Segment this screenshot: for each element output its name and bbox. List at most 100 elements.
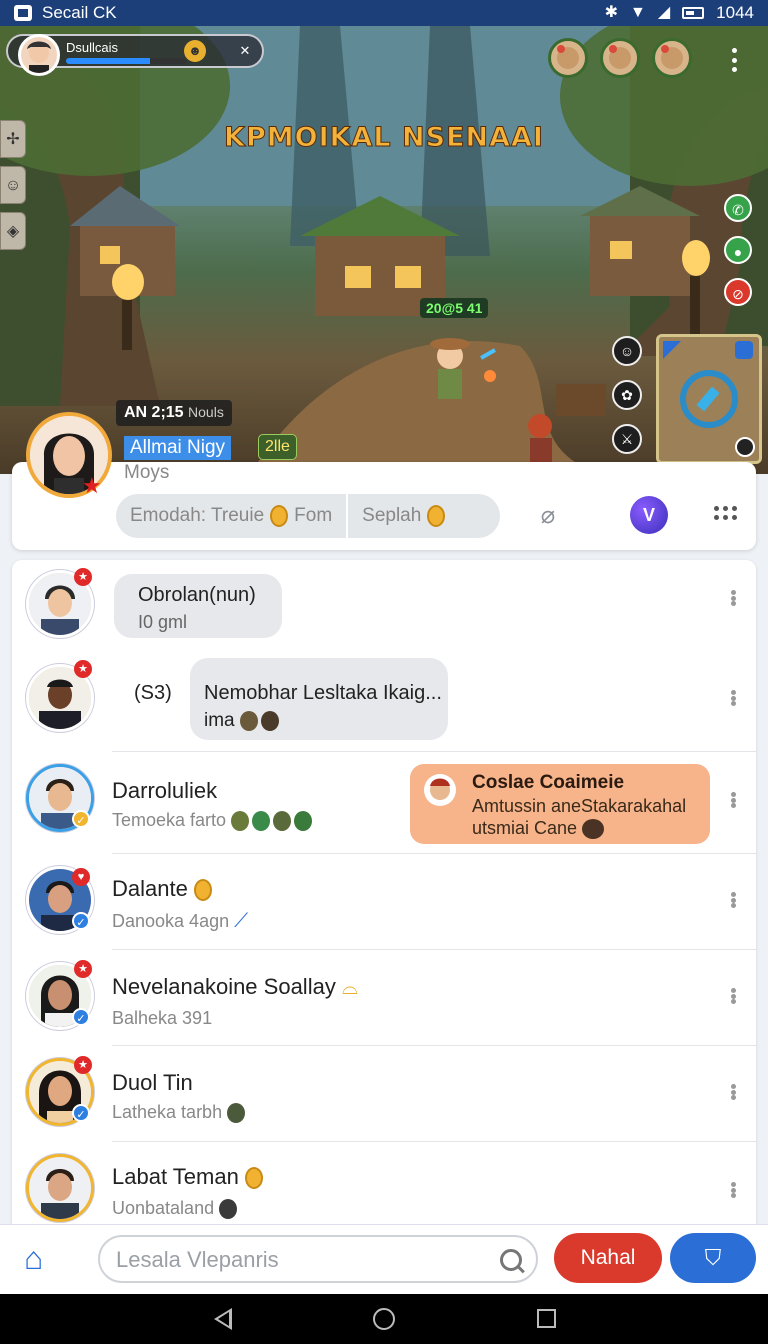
- home-icon[interactable]: ⌂: [24, 1241, 60, 1275]
- search-box[interactable]: [98, 1235, 538, 1283]
- notification-badge: ★: [74, 960, 92, 978]
- more-icon[interactable]: [714, 506, 738, 524]
- battery-icon: [682, 7, 705, 19]
- chat-row[interactable]: ★ ✓ Duol Tin Latheka tarbh: [12, 1046, 756, 1142]
- sword-icon[interactable]: ⚔: [612, 424, 642, 454]
- row-menu-icon[interactable]: [730, 1084, 736, 1100]
- verified-badge: ✓: [72, 1104, 90, 1122]
- chat-row[interactable]: ✓ Darroluliek Temoeka farto Coslae Coaim…: [12, 752, 756, 854]
- chat-bubble-subtitle: ima: [204, 710, 282, 732]
- coin-icon: [270, 505, 289, 527]
- map-side-icons: ☺ ✿ ⚔: [612, 336, 642, 454]
- player-health-bar: [66, 58, 186, 64]
- row-menu-icon[interactable]: [730, 988, 736, 1004]
- search-icon[interactable]: [500, 1249, 522, 1271]
- chat-row[interactable]: ★ Obrolan(nun) I0 gml: [12, 560, 756, 652]
- score-tag: 20@5 41: [420, 298, 489, 318]
- game-time-note: Nouls: [188, 404, 224, 420]
- wifi-icon: ▼: [630, 4, 646, 21]
- player-avatar[interactable]: [18, 34, 60, 76]
- profile-star-icon: ★: [82, 473, 102, 498]
- emoji-icon: [239, 710, 258, 731]
- row-menu-icon[interactable]: [730, 690, 736, 706]
- minimap[interactable]: [656, 334, 762, 464]
- level-badge: 2lle: [258, 434, 297, 460]
- emoji-icon: [227, 1103, 246, 1124]
- primary-action-button[interactable]: Nahal: [554, 1233, 662, 1283]
- status-bar: Secail CK ✱ ▼ ◢ 1044: [0, 0, 768, 26]
- system-nav-bar: [0, 1294, 768, 1344]
- chat-list[interactable]: ★ Obrolan(nun) I0 gml ★ (S3) Nemobhar Le…: [12, 560, 756, 1224]
- chat-bubble-title: Obrolan(nun): [138, 584, 256, 606]
- mute-icon[interactable]: ⊘: [724, 278, 752, 306]
- status-pill[interactable]: Emodah: Treuie Fom: [116, 494, 346, 538]
- crown-icon: ⌓: [341, 977, 358, 999]
- game-menu-icon[interactable]: [731, 48, 737, 72]
- card-avatar: [424, 774, 456, 806]
- game-scene[interactable]: Dsullcais ☻ ✕ ✢ ☺ ◈ KPMOIKAL NSENAAI ✆ ●…: [0, 26, 768, 474]
- game-title: KPMOIKAL NSENAAI: [224, 122, 544, 154]
- status-bar-title: Secail CK: [42, 3, 117, 22]
- emoji-icon: [273, 811, 292, 832]
- sword-icon: ⟋: [234, 910, 249, 932]
- status-bar-time: 1044: [716, 3, 754, 22]
- bottom-bar: ⌂ Nahal ⛉: [0, 1224, 768, 1294]
- bluetooth-icon: ✱: [604, 4, 619, 21]
- row-menu-icon[interactable]: [730, 1182, 736, 1198]
- emoji-icon: [294, 811, 313, 832]
- verified-badge: ✓: [72, 1008, 90, 1026]
- gem-icon[interactable]: V: [630, 496, 668, 534]
- emoji-icon: [219, 1199, 238, 1220]
- message-preview-card[interactable]: Coslae Coaimeie Amtussin aneStakarakahal…: [410, 764, 710, 844]
- search-input[interactable]: [116, 1246, 496, 1274]
- row-menu-icon[interactable]: [730, 892, 736, 908]
- emoji-icon: [252, 811, 271, 832]
- game-time-tag: AN 2;15 Nouls: [116, 400, 232, 426]
- notification-badge: ★: [74, 1056, 92, 1074]
- shield-icon[interactable]: ⛉: [670, 1233, 756, 1283]
- chat-row[interactable]: Labat Teman Uonbataland: [12, 1142, 756, 1224]
- contact-status: Balheka 391: [112, 1008, 213, 1028]
- back-icon[interactable]: [214, 1308, 232, 1330]
- card-line-1: Amtussin aneStakarakahal: [472, 796, 687, 816]
- ally-icon[interactable]: ☺: [612, 336, 642, 366]
- game-actions: ✆ ● ⊘: [724, 194, 752, 306]
- home-nav-icon[interactable]: [373, 1308, 395, 1330]
- chat-row[interactable]: ★ ✓ Nevelanakoine Soallay ⌓ Balheka 391: [12, 950, 756, 1046]
- avatar[interactable]: [26, 1154, 94, 1222]
- status-pill-label: Emodah: Treuie: [130, 505, 265, 526]
- pet-icon[interactable]: ✿: [612, 380, 642, 410]
- special-pill[interactable]: Seplah: [346, 494, 459, 538]
- notification-badge: ♥: [72, 868, 90, 886]
- app-icon: [14, 5, 32, 21]
- player-name: Dsullcais: [66, 40, 119, 55]
- profile-name[interactable]: Allmai Nigy: [124, 436, 232, 460]
- teammate-avatar-1[interactable]: [548, 38, 588, 78]
- phone-icon[interactable]: ✆: [724, 194, 752, 222]
- player-hud[interactable]: Dsullcais ☻ ✕: [6, 34, 264, 76]
- emoji-icon: [231, 811, 250, 832]
- chat-row[interactable]: ♥ ✓ Dalante Danooka 4agn ⟋: [12, 854, 756, 950]
- contact-status: Uonbataland: [112, 1198, 240, 1220]
- teammate-avatar-3[interactable]: [652, 38, 692, 78]
- emoji-icon: [260, 710, 279, 731]
- emoji-icon[interactable]: ☻: [184, 40, 206, 62]
- contact-name: Duol Tin: [112, 1070, 193, 1095]
- contact-name: Nevelanakoine Soallay ⌓: [112, 974, 358, 999]
- row-menu-icon[interactable]: [730, 590, 736, 606]
- profile-pill-row: Emodah: Treuie Fom Seplah: [116, 494, 500, 538]
- contact-status: Danooka 4agn ⟋: [112, 910, 249, 932]
- compass-tool-icon[interactable]: ◈: [0, 212, 26, 250]
- character-tool-icon[interactable]: ☺: [0, 166, 26, 204]
- row-menu-icon[interactable]: [730, 792, 736, 808]
- verified-badge: ✓: [72, 912, 90, 930]
- status-pill-value: Fom: [294, 505, 333, 526]
- notification-badge: ★: [74, 568, 92, 586]
- chat-row[interactable]: ★ (S3) Nemobhar Lesltaka Ikaig... ima: [12, 652, 756, 752]
- close-icon[interactable]: ✕: [234, 40, 256, 62]
- contact-name: Dalante: [112, 876, 212, 902]
- mic-game-icon[interactable]: ●: [724, 236, 752, 264]
- recents-icon[interactable]: [537, 1309, 556, 1328]
- teammate-avatar-2[interactable]: [600, 38, 640, 78]
- microphone-icon[interactable]: ⌀: [530, 498, 566, 534]
